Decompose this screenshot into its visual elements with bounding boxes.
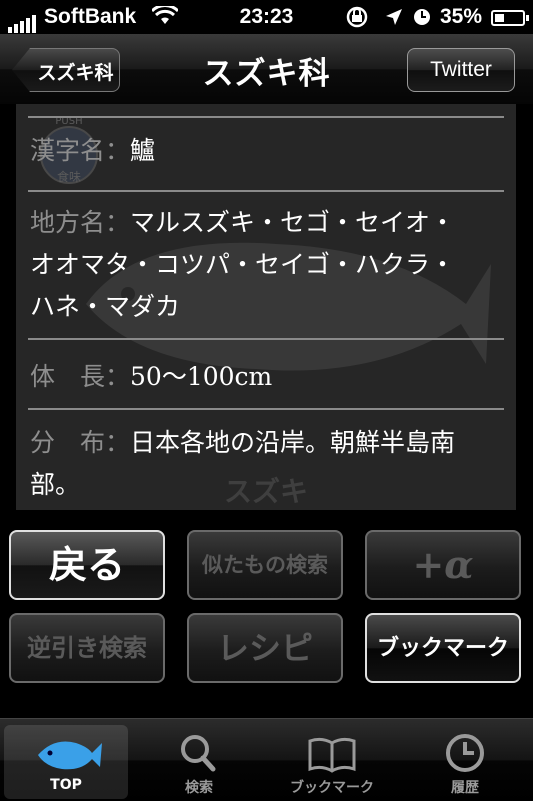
rotation-lock-icon bbox=[344, 6, 370, 34]
field-value-line: オオマタ・コツパ・セイゴ・ハクラ・ bbox=[30, 250, 456, 279]
field-value: 日本各地の沿岸。朝鮮半島南 bbox=[130, 428, 456, 457]
alarm-icon bbox=[412, 7, 432, 33]
tab-bookmark[interactable]: ブックマーク bbox=[270, 725, 394, 799]
row-divider bbox=[28, 116, 504, 118]
field-value: 50〜100cm bbox=[130, 362, 273, 391]
navigation-bar: スズキ科 スズキ科 Twitter bbox=[0, 34, 533, 105]
book-icon bbox=[308, 737, 356, 773]
kanji-name-row: 漢字名：鱸 bbox=[30, 130, 502, 172]
status-bar: SoftBank 23:23 35% bbox=[0, 0, 533, 34]
tab-top[interactable]: TOP bbox=[4, 725, 128, 799]
battery-percent: 35% bbox=[440, 5, 483, 28]
field-value: マルスズキ・セゴ・セイオ・ bbox=[130, 208, 456, 237]
bookmark-button[interactable]: ブックマーク bbox=[365, 613, 521, 683]
tab-history[interactable]: 履歴 bbox=[403, 725, 527, 799]
recipe-label: レシピ bbox=[216, 629, 313, 667]
battery-icon bbox=[491, 10, 529, 26]
local-names-row: 地方名：マルスズキ・セゴ・セイオ・ オオマタ・コツパ・セイゴ・ハクラ・ ハネ・マ… bbox=[30, 202, 502, 328]
plus-alpha-label: +α bbox=[412, 542, 474, 587]
tab-label: ブックマーク bbox=[290, 780, 374, 796]
row-divider bbox=[28, 338, 504, 340]
field-label: 地方名： bbox=[30, 208, 131, 237]
plus-alpha-button[interactable]: +α bbox=[365, 530, 521, 600]
similar-search-label: 似たもの検索 bbox=[202, 553, 328, 577]
field-value-line: ハネ・マダカ bbox=[30, 292, 181, 321]
recipe-button[interactable]: レシピ bbox=[187, 613, 343, 683]
field-value: 鱸 bbox=[130, 136, 156, 165]
tab-search[interactable]: 検索 bbox=[137, 725, 261, 799]
tab-label: TOP bbox=[50, 777, 82, 793]
reverse-search-button[interactable]: 逆引き検索 bbox=[9, 613, 165, 683]
body-length-row: 体 長：50〜100cm bbox=[30, 356, 502, 398]
back-action-label: 戻る bbox=[48, 542, 125, 587]
search-icon bbox=[181, 735, 216, 772]
bookmark-label: ブックマーク bbox=[376, 635, 509, 661]
similar-search-button[interactable]: 似たもの検索 bbox=[187, 530, 343, 600]
location-arrow-icon bbox=[384, 7, 404, 33]
tab-bar: TOP 検索 ブックマーク 履歴 bbox=[0, 718, 533, 801]
field-label: 体 長： bbox=[30, 362, 131, 391]
reverse-search-label: 逆引き検索 bbox=[27, 634, 147, 662]
fish-name-watermark: スズキ bbox=[223, 475, 308, 508]
field-label: 漢字名： bbox=[30, 136, 131, 165]
field-label: 分 布： bbox=[30, 428, 131, 457]
clock-icon bbox=[446, 734, 484, 772]
row-divider bbox=[28, 408, 504, 410]
back-action-button[interactable]: 戻る bbox=[9, 530, 165, 600]
twitter-button[interactable]: Twitter bbox=[407, 48, 515, 92]
fish-icon bbox=[38, 741, 102, 770]
row-divider bbox=[28, 190, 504, 192]
fish-info-panel[interactable]: PUSH 食味 漢字名：鱸 地方名：マルスズキ・セゴ・セイオ・ オオマタ・コツパ… bbox=[16, 104, 516, 510]
tab-label: 履歴 bbox=[451, 780, 479, 796]
tab-label: 検索 bbox=[185, 780, 213, 796]
